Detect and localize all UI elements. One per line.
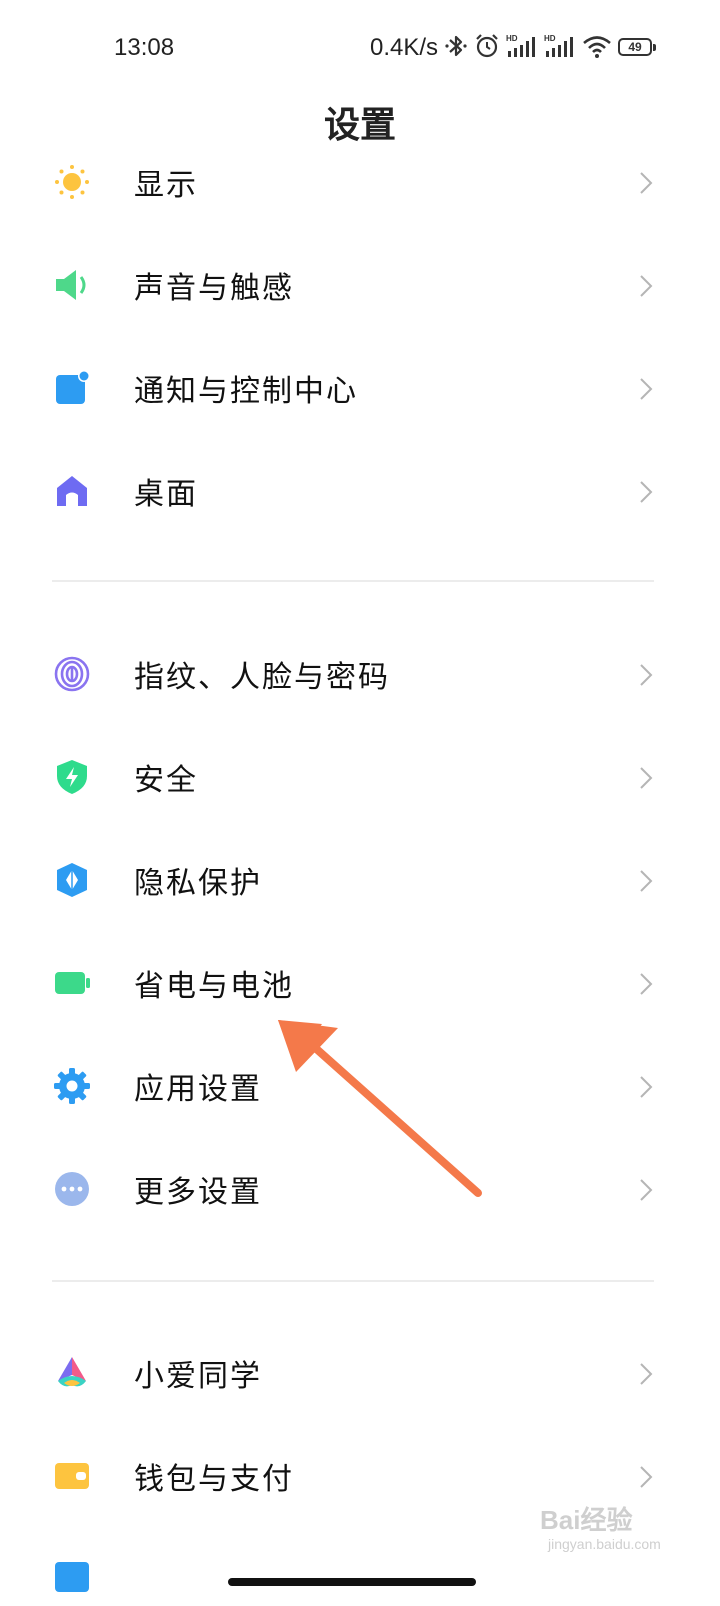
chevron-right-icon	[636, 971, 656, 997]
chevron-right-icon	[636, 765, 656, 791]
shield-icon	[54, 759, 90, 795]
settings-item-label: 应用设置	[134, 1072, 262, 1107]
settings-item-apps[interactable]: 应用设置	[0, 1034, 720, 1138]
settings-item-label: 省电与电池	[134, 969, 294, 1004]
fingerprint-icon	[54, 656, 90, 692]
xiaoai-icon	[54, 1355, 90, 1391]
gear-icon	[54, 1068, 90, 1104]
chevron-right-icon	[636, 1074, 656, 1100]
status-time: 13:08	[114, 34, 175, 61]
settings-item-xiaoai[interactable]: 小爱同学	[0, 1321, 720, 1425]
settings-item-label: 显示	[134, 168, 198, 203]
settings-item-label: 声音与触感	[134, 271, 294, 306]
settings-item-security[interactable]: 安全	[0, 725, 720, 829]
chevron-right-icon	[636, 1464, 656, 1490]
settings-item-home-screen[interactable]: 桌面	[0, 439, 720, 543]
chevron-right-icon	[636, 273, 656, 299]
svg-text:HD: HD	[544, 34, 556, 43]
settings-item-label: 通知与控制中心	[134, 374, 358, 409]
chevron-right-icon	[636, 1361, 656, 1387]
settings-item-label: 隐私保护	[134, 866, 262, 901]
chevron-right-icon	[636, 662, 656, 688]
notification-icon	[54, 370, 90, 406]
settings-item-label: 钱包与支付	[134, 1462, 294, 1497]
status-icons: HD HD 49	[444, 33, 658, 63]
speaker-icon	[54, 267, 90, 303]
bluetooth-icon	[444, 33, 468, 63]
watermark-sub: jingyan.baidu.com	[548, 1536, 661, 1552]
section-divider	[52, 580, 654, 582]
watermark: Bai经验	[540, 1505, 633, 1535]
home-icon	[54, 473, 90, 509]
settings-item-notifications[interactable]: 通知与控制中心	[0, 336, 720, 440]
chevron-right-icon	[636, 170, 656, 196]
wallet-icon	[54, 1458, 90, 1494]
settings-item-label: 更多设置	[134, 1175, 262, 1210]
chevron-right-icon	[636, 868, 656, 894]
chevron-right-icon	[636, 479, 656, 505]
settings-item-sound[interactable]: 声音与触感	[0, 233, 720, 337]
settings-item-privacy[interactable]: 隐私保护	[0, 828, 720, 932]
home-indicator[interactable]	[228, 1578, 476, 1586]
partial-icon	[54, 1560, 90, 1596]
hd-signal-icon: HD	[506, 33, 538, 63]
wifi-icon	[582, 33, 612, 63]
settings-item-label: 指纹、人脸与密码	[134, 660, 390, 695]
settings-item-label: 安全	[134, 763, 198, 798]
settings-item-battery[interactable]: 省电与电池	[0, 931, 720, 1035]
battery-icon: 49	[618, 38, 658, 58]
more-icon	[54, 1171, 90, 1207]
sun-icon	[54, 164, 90, 200]
settings-item-label: 小爱同学	[134, 1359, 262, 1394]
section-divider	[52, 1280, 654, 1282]
settings-item-label: 桌面	[134, 477, 198, 512]
chevron-right-icon	[636, 376, 656, 402]
settings-item-more[interactable]: 更多设置	[0, 1137, 720, 1241]
alarm-icon	[474, 33, 500, 63]
settings-item-fingerprint[interactable]: 指纹、人脸与密码	[0, 622, 720, 726]
battery-icon	[54, 965, 90, 1001]
chevron-right-icon	[636, 1177, 656, 1203]
svg-text:HD: HD	[506, 34, 518, 43]
privacy-icon	[54, 862, 90, 898]
hd-signal-icon: HD	[544, 33, 576, 63]
network-speed: 0.4K/s	[370, 34, 439, 61]
status-bar: 13:08 0.4K/s HD HD 49	[0, 0, 720, 96]
settings-item-display[interactable]: 显示	[0, 130, 720, 234]
battery-level: 49	[628, 40, 642, 54]
